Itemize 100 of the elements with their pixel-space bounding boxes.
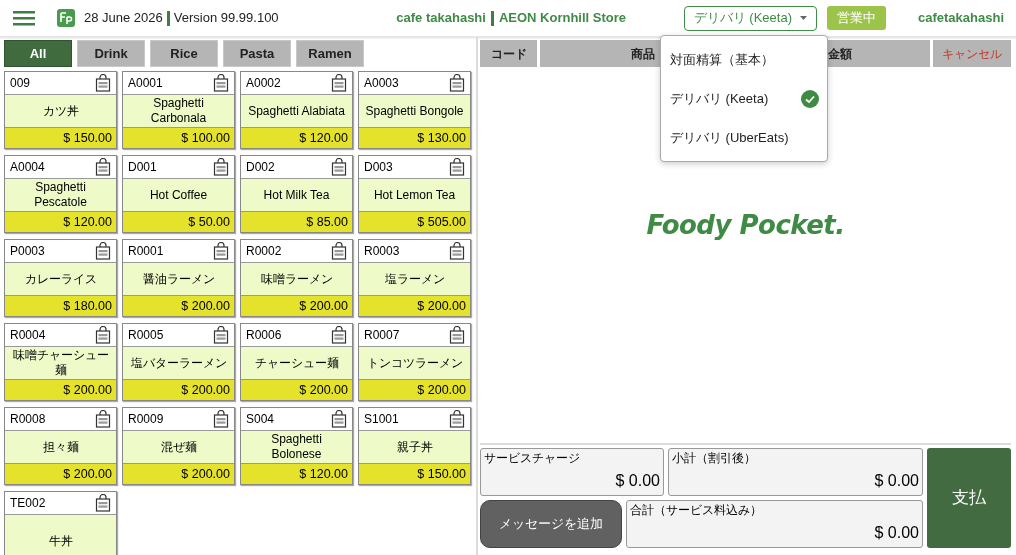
takeout-bag-icon: [449, 326, 465, 344]
takeout-bag-icon: [95, 326, 111, 344]
product-card[interactable]: A0002 Spaghetti Alabiata $ 120.00: [240, 71, 353, 149]
product-card[interactable]: R0008 担々麺 $ 200.00: [4, 407, 117, 485]
product-name: 牛丼: [48, 534, 73, 549]
add-message-button[interactable]: メッセージを追加: [480, 500, 622, 548]
product-card[interactable]: R0005 塩バターラーメン $ 200.00: [122, 323, 235, 401]
app-logo-icon: [57, 9, 75, 27]
product-card[interactable]: TE002 牛丼: [4, 491, 117, 555]
product-card[interactable]: S004 Spaghetti Bolonese $ 120.00: [240, 407, 353, 485]
takeout-bag-icon: [95, 74, 111, 92]
product-price: $ 200.00: [63, 465, 112, 483]
product-card[interactable]: S1001 親子丼 $ 150.00: [358, 407, 471, 485]
takeout-bag-icon: [95, 158, 111, 176]
product-card[interactable]: D002 Hot Milk Tea $ 85.00: [240, 155, 353, 233]
user-name: cafetakahashi: [918, 9, 1004, 28]
status-badge: 営業中: [827, 6, 886, 30]
product-code: R0004: [10, 327, 46, 344]
product-price: $ 50.00: [188, 213, 230, 231]
product-code: TE002: [10, 495, 46, 512]
product-price: $ 120.00: [299, 465, 348, 483]
category-tab[interactable]: All: [4, 40, 72, 67]
product-name: Spaghetti Alabiata: [248, 103, 345, 119]
store-location: AEON Kornhill Store: [498, 9, 627, 28]
product-price: $ 200.00: [181, 465, 230, 483]
brand-logo: Foody Pocket.: [646, 208, 845, 242]
product-code: R0001: [128, 243, 164, 260]
category-tab[interactable]: Pasta: [223, 40, 291, 67]
takeout-bag-icon: [213, 242, 229, 260]
product-card[interactable]: D001 Hot Coffee $ 50.00: [122, 155, 235, 233]
category-tab[interactable]: Ramen: [296, 40, 364, 67]
product-price: $ 150.00: [63, 129, 112, 147]
product-code: D002: [246, 159, 275, 176]
product-code: 009: [10, 75, 31, 92]
product-code: P0003: [10, 243, 45, 260]
pay-button[interactable]: 支払: [927, 448, 1011, 548]
product-code: R0002: [246, 243, 282, 260]
summary-label: 小計（割引後）: [672, 451, 756, 465]
product-card[interactable]: D003 Hot Lemon Tea $ 505.00: [358, 155, 471, 233]
product-name: 塩ラーメン: [384, 271, 445, 287]
product-name: トンコツラーメン: [366, 355, 463, 371]
version-text: Version 99.99.100: [173, 9, 279, 28]
product-card[interactable]: A0004 Spaghetti Pescatole $ 120.00: [4, 155, 117, 233]
product-name: 塩バターラーメン: [130, 355, 227, 371]
takeout-bag-icon: [449, 158, 465, 176]
product-card[interactable]: A0003 Spaghetti Bongole $ 130.00: [358, 71, 471, 149]
product-name: Spaghetti Bongole: [365, 103, 464, 119]
takeout-bag-icon: [449, 74, 465, 92]
product-name: 醤油ラーメン: [142, 271, 215, 287]
product-card[interactable]: A0001 Spaghetti Carbonala $ 100.00: [122, 71, 235, 149]
menu-item[interactable]: デリバリ (UberEats): [661, 118, 827, 157]
product-name: 担々麺: [42, 439, 79, 455]
takeout-bag-icon: [213, 158, 229, 176]
summary-value: $ 0.00: [874, 471, 919, 491]
takeout-bag-icon: [449, 242, 465, 260]
check-icon: [801, 89, 819, 108]
takeout-bag-icon: [331, 242, 347, 260]
takeout-bag-icon: [331, 410, 347, 428]
product-price: $ 150.00: [417, 465, 466, 483]
product-price: $ 130.00: [417, 129, 466, 147]
takeout-bag-icon: [449, 410, 465, 428]
takeout-bag-icon: [213, 410, 229, 428]
product-name: 味噌チャーシュー麺: [11, 348, 110, 378]
product-card[interactable]: R0007 トンコツラーメン $ 200.00: [358, 323, 471, 401]
product-card[interactable]: R0009 混ぜ麺 $ 200.00: [122, 407, 235, 485]
product-code: R0005: [128, 327, 164, 344]
store-name: cafe takahashi: [396, 9, 486, 28]
order-type-dropdown[interactable]: デリバリ (Keeta): [683, 5, 817, 31]
product-card[interactable]: P0003 カレーライス $ 180.00: [4, 239, 117, 317]
product-name: チャーシュー麺: [254, 355, 339, 371]
menu-icon[interactable]: [13, 10, 35, 26]
date-text: 28 June 2026: [84, 9, 163, 28]
product-price: $ 180.00: [63, 297, 112, 315]
caret-icon: [800, 16, 807, 20]
product-price: $ 85.00: [306, 213, 348, 231]
product-code: R0007: [364, 327, 400, 344]
product-card[interactable]: R0001 醤油ラーメン $ 200.00: [122, 239, 235, 317]
product-card[interactable]: R0003 塩ラーメン $ 200.00: [358, 239, 471, 317]
category-tab[interactable]: Drink: [77, 40, 145, 67]
product-name: カツ丼: [42, 103, 79, 119]
column-header: キャンセル: [933, 40, 1011, 67]
category-tab[interactable]: Rice: [150, 40, 218, 67]
product-price: $ 200.00: [181, 381, 230, 399]
product-card[interactable]: R0004 味噌チャーシュー麺 $ 200.00: [4, 323, 117, 401]
product-price: $ 200.00: [299, 297, 348, 315]
product-name: 親子丼: [396, 439, 433, 455]
product-price: $ 505.00: [417, 213, 466, 231]
product-code: R0003: [364, 243, 400, 260]
summary-label: サービスチャージ: [484, 451, 580, 465]
menu-item[interactable]: デリバリ (Keeta): [661, 79, 827, 118]
product-code: D001: [128, 159, 157, 176]
takeout-bag-icon: [95, 242, 111, 260]
product-card[interactable]: 009 カツ丼 $ 150.00: [4, 71, 117, 149]
takeout-bag-icon: [213, 326, 229, 344]
product-card[interactable]: R0002 味噌ラーメン $ 200.00: [240, 239, 353, 317]
product-card[interactable]: R0006 チャーシュー麺 $ 200.00: [240, 323, 353, 401]
summary-label: 合計（サービス料込み）: [630, 503, 762, 517]
product-code: R0008: [10, 411, 46, 428]
product-price: $ 200.00: [417, 297, 466, 315]
product-name: カレーライス: [24, 271, 97, 287]
